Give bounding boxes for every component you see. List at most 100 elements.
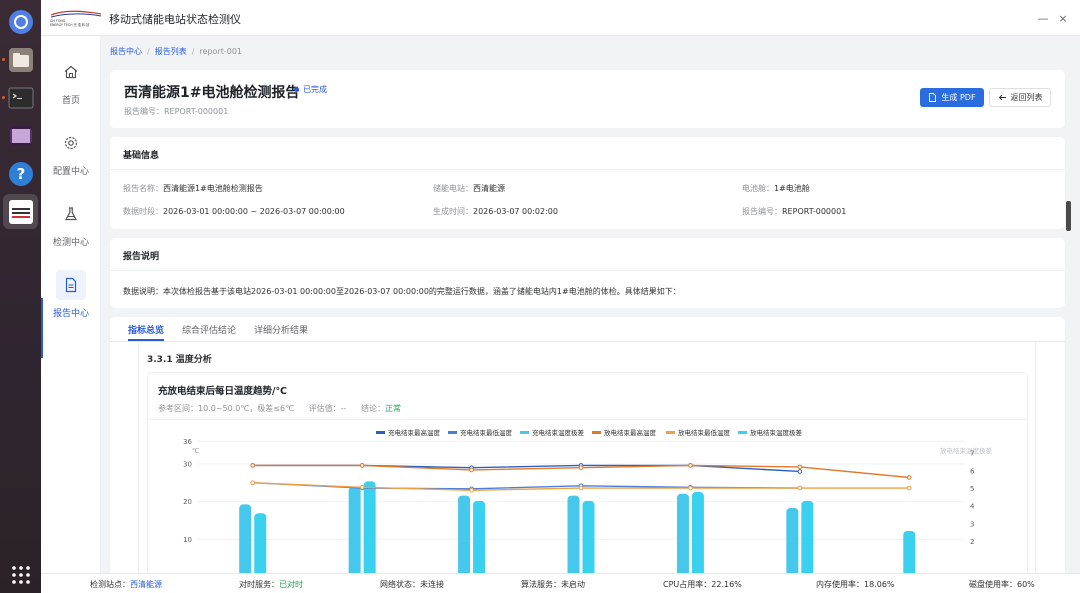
status-cpu: CPU占用率：22.16% [663,579,742,590]
tab-detailed-analysis[interactable]: 详细分析结果 [254,323,308,336]
bar-放电结束温度极差 [254,513,267,573]
nav-label: 报告中心 [52,309,89,319]
legend-label: 充电结束温度极差 [532,428,585,437]
breadcrumb-separator: / [147,47,150,56]
left-axis-tick: 10 [183,536,192,544]
terminal-app-icon[interactable] [6,83,35,112]
legend-swatch [520,431,529,434]
point-放电结束最高温度 [250,463,256,468]
status-disk: 磁盘使用率：60% [969,579,1035,590]
point-放电结束最高温度 [688,463,693,468]
home-icon [56,57,86,87]
left-axis-unit: ℃ [192,447,199,455]
bar-放电结束温度极差 [363,481,376,573]
field-label: 报告编号： [742,207,782,216]
point-放电结束最高温度 [578,465,584,470]
temperature-chart: 充电结束最高温度 充电结束最低温度 充电结束温度极差 放电结束最高温度 放电结束最低温度… [183,428,993,573]
breadcrumb-link-report-list[interactable]: 报告列表 [155,47,187,56]
bar-放电结束温度极差 [582,500,595,573]
status-dot-icon [294,87,299,92]
detector-app-icon[interactable] [6,197,35,226]
legend-label: 充电结束最高温度 [388,428,441,437]
tab-overall-conclusion[interactable]: 综合评估结论 [182,323,236,336]
bar-充电结束温度极差 [239,504,252,573]
legend-label: 放电结束最低温度 [678,428,731,437]
app-grid-icon[interactable] [6,560,35,589]
status-bar: 检测站点：西清能源 对时服务：已对时 网络状态：未连接 算法服务：未启动 CPU… [41,573,1080,593]
right-axis-name: 放电结束温度极差 [940,446,993,455]
status-value: 已对时 [279,580,303,589]
point-放电结束最低温度 [688,485,693,491]
report-description-card: 报告说明 数据说明：本次体检报告基于该电站2026-03-01 00:00:00… [110,238,1065,308]
divider [110,270,1065,271]
help-app-icon[interactable]: ? [6,159,35,188]
description-title: 报告说明 [123,252,160,262]
svg-text:ENERGY TECH 光 浩 科 技: ENERGY TECH 光 浩 科 技 [50,22,90,27]
field-value: 西清能源 [473,184,505,193]
status-label: 对时服务： [239,580,279,589]
bar-放电结束温度极差 [801,500,814,573]
right-axis-tick: 3 [970,520,974,528]
status-label: 内存使用率： [816,580,864,589]
status-label: 算法服务： [521,580,561,589]
nav-item-config[interactable]: 配置中心 [41,125,101,185]
tab-indicator-overview[interactable]: 指标总览 [128,323,164,336]
left-navigation: 首页 配置中心 检测中心 报告中心 [41,36,101,573]
chromium-app-icon[interactable] [6,7,35,36]
video-app-icon[interactable] [6,121,35,150]
description-text: 数据说明：本次体检报告基于该电站2026-03-01 00:00:00至2026… [123,287,681,296]
point-放电结束最低温度 [906,485,912,491]
back-to-list-button[interactable]: 返回列表 [989,88,1051,107]
document-icon [56,270,86,300]
point-放电结束最高温度 [906,475,912,480]
point-放电结束最低温度 [469,488,474,493]
generate-pdf-button[interactable]: 生成 PDF [920,88,984,107]
basic-info-title: 基础信息 [123,151,160,161]
nav-item-home[interactable]: 首页 [41,54,101,114]
temperature-section: 3.3.1 温度分析 充放电结束后每日温度趋势/℃ 参考区间：10.0~50.0… [138,341,1036,573]
legend-swatch [376,431,385,434]
analysis-tabs-card: 指标总览 综合评估结论 详细分析结果 3.3.1 温度分析 充放电结束后每日温度… [110,317,1065,573]
files-app-icon[interactable] [6,45,35,74]
right-axis-tick: 7 [970,450,974,458]
field-label: 报告名称： [123,184,163,193]
right-axis-tick: 4 [970,503,975,511]
nav-item-reports[interactable]: 报告中心 [41,267,101,327]
field-report-name: 报告名称：西清能源1#电池舱检测报告 [123,183,263,194]
status-time-sync: 对时服务：已对时 [239,579,303,590]
point-放电结束最低温度 [359,484,365,490]
status-memory: 内存使用率：18.06% [816,579,895,590]
field-report-code: 报告编号：REPORT-000001 [742,206,846,217]
back-to-list-label: 返回列表 [1010,93,1043,102]
status-value: 22.16% [711,580,742,589]
breadcrumb-link-report-center[interactable]: 报告中心 [110,47,142,56]
field-data-period: 数据时段：2026-03-01 00:00:00 ~ 2026-03-07 00… [123,206,345,217]
basic-info-card: 基础信息 报告名称：西清能源1#电池舱检测报告 储能电站：西清能源 电池舱：1#… [110,137,1065,229]
bar-充电结束温度极差 [786,507,799,573]
page-scrollbar-thumb[interactable] [1066,201,1071,231]
flask-icon [56,199,86,229]
field-station: 储能电站：西清能源 [433,183,505,194]
temperature-trend-card: 充放电结束后每日温度趋势/℃ 参考区间：10.0~50.0℃，极差≤6℃ 评估值… [147,372,1028,573]
field-value: 2026-03-07 00:02:00 [473,207,558,216]
point-放电结束最高温度 [469,467,474,473]
status-label: 磁盘使用率： [969,580,1017,589]
status-label: 网络状态： [380,580,420,589]
minimize-button[interactable]: — [1034,9,1052,27]
report-title: 西清能源1#电池舱检测报告 [124,85,300,101]
point-放电结束最高温度 [797,464,803,470]
point-充电结束最高温度 [797,469,803,474]
field-value: 1#电池舱 [774,184,810,193]
field-generated-time: 生成时间：2026-03-07 00:02:00 [433,206,558,217]
main-content: 报告中心 / 报告列表 / report-001 西清能源1#电池舱检测报告 已完成 报… [101,36,1080,573]
close-button[interactable]: × [1054,9,1072,27]
window-titlebar: GH TONG ENERGY TECH 光 浩 科 技 移动式储能电站状态检测仪… [41,0,1080,36]
left-axis-tick: 20 [183,498,192,506]
gear-icon [56,128,86,158]
divider [110,169,1065,170]
status-value: 西清能源 [130,580,162,589]
right-axis-tick: 6 [970,467,975,475]
field-label: 生成时间： [433,207,473,216]
nav-item-detection[interactable]: 检测中心 [41,196,101,256]
field-label: 储能电站： [433,184,473,193]
